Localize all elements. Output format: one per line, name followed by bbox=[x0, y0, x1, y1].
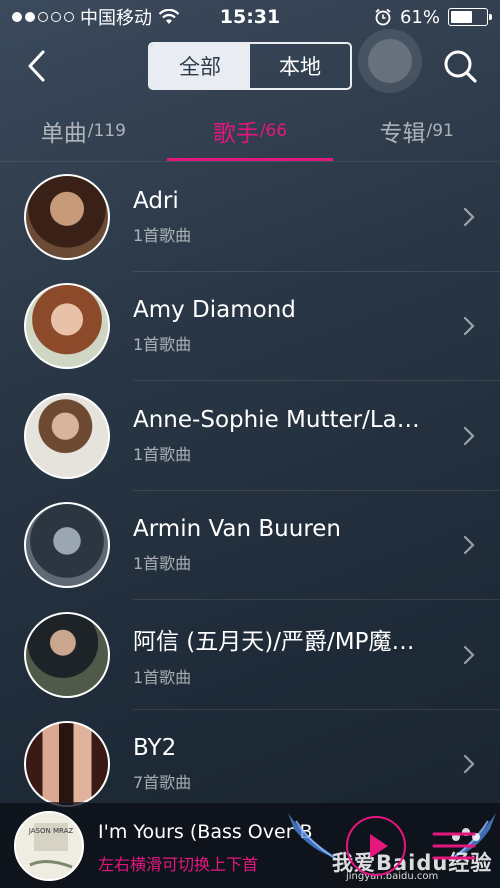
chevron-right-icon bbox=[463, 426, 475, 445]
status-bar: 中国移动 15:31 61% bbox=[0, 0, 500, 34]
artist-info: BY2 7首歌曲 bbox=[133, 735, 440, 793]
artist-info: Anne-Sophie Mutter/Lam… 1首歌曲 bbox=[133, 407, 440, 465]
battery-level bbox=[451, 11, 472, 23]
artist-song-count: 7首歌曲 bbox=[133, 773, 192, 793]
signal-dots-icon bbox=[12, 12, 74, 22]
artist-info: Amy Diamond 1首歌曲 bbox=[133, 297, 440, 355]
carrier-name: 中国移动 bbox=[80, 8, 152, 29]
floating-ball-button[interactable] bbox=[358, 29, 422, 93]
artist-row[interactable]: Anne-Sophie Mutter/Lam… 1首歌曲 bbox=[0, 381, 500, 491]
artist-info: Armin Van Buuren 1首歌曲 bbox=[133, 516, 440, 574]
artist-avatar bbox=[24, 611, 110, 698]
chevron-right-icon bbox=[463, 645, 475, 664]
artist-song-count: 1首歌曲 bbox=[133, 554, 192, 574]
play-icon bbox=[370, 834, 388, 858]
mini-player[interactable]: JASON MRAZ I'm Yours (Bass Over B 左右横滑可切… bbox=[0, 802, 500, 888]
status-right: 61% bbox=[374, 6, 492, 28]
category-tabs: 单曲/119 歌手/66 专辑/91 bbox=[0, 100, 500, 162]
artist-row[interactable]: Adri 1首歌曲 bbox=[0, 162, 500, 272]
segment-local[interactable]: 本地 bbox=[250, 44, 350, 88]
now-playing-title: I'm Yours (Bass Over B bbox=[98, 821, 313, 843]
album-art[interactable]: JASON MRAZ bbox=[14, 811, 84, 881]
tab-songs[interactable]: 单曲/119 bbox=[0, 100, 167, 161]
nav-bar: 全部 本地 bbox=[0, 29, 500, 98]
back-button[interactable] bbox=[20, 48, 56, 84]
play-button[interactable] bbox=[346, 816, 406, 876]
chevron-right-icon bbox=[463, 317, 475, 336]
artist-list: Adri 1首歌曲 Amy Diamond 1首歌曲 Anne-Sophie M… bbox=[0, 162, 500, 819]
tab-label: 歌手 bbox=[212, 120, 259, 147]
artist-avatar bbox=[24, 283, 110, 370]
artist-song-count: 1首歌曲 bbox=[133, 225, 192, 245]
chevron-right-icon bbox=[463, 755, 475, 774]
floating-ball-inner bbox=[368, 39, 412, 83]
tab-artists[interactable]: 歌手/66 bbox=[166, 100, 334, 161]
artist-info: Adri 1首歌曲 bbox=[133, 188, 440, 246]
artist-name: 阿信 (五月天)/严爵/MP魔… bbox=[133, 628, 415, 655]
playlist-button[interactable] bbox=[430, 829, 478, 863]
swipe-hint: 左右横滑可切换上下首 bbox=[98, 855, 259, 874]
artist-song-count: 1首歌曲 bbox=[133, 335, 192, 355]
source-segmented-control: 全部 本地 bbox=[148, 42, 352, 90]
artist-avatar bbox=[24, 392, 110, 479]
artist-song-count: 1首歌曲 bbox=[133, 444, 192, 464]
artist-info: 阿信 (五月天)/严爵/MP魔… 1首歌曲 bbox=[133, 622, 440, 688]
artist-row[interactable]: 阿信 (五月天)/严爵/MP魔… 1首歌曲 bbox=[0, 600, 500, 710]
search-button[interactable] bbox=[440, 46, 480, 86]
tab-count: /91 bbox=[426, 120, 454, 141]
artist-name: Armin Van Buuren bbox=[133, 516, 342, 543]
artist-avatar bbox=[24, 502, 110, 589]
artist-row[interactable]: Armin Van Buuren 1首歌曲 bbox=[0, 491, 500, 600]
tab-count: /119 bbox=[87, 120, 126, 141]
battery-percent: 61% bbox=[399, 6, 440, 28]
alarm-icon bbox=[375, 8, 391, 26]
tab-label: 专辑 bbox=[379, 120, 426, 147]
artist-name: Anne-Sophie Mutter/Lam… bbox=[133, 406, 440, 433]
clock: 15:31 bbox=[219, 6, 281, 28]
album-cover-text: JASON MRAZ bbox=[28, 827, 74, 835]
tab-label: 单曲 bbox=[40, 120, 87, 147]
album-cover-image: JASON MRAZ bbox=[16, 813, 82, 879]
artist-name: Adri bbox=[133, 187, 179, 214]
carrier-info: 中国移动 bbox=[12, 4, 180, 30]
artist-name: Amy Diamond bbox=[133, 297, 296, 324]
artist-avatar bbox=[24, 721, 110, 808]
artist-song-count: 1首歌曲 bbox=[133, 667, 192, 687]
segment-all[interactable]: 全部 bbox=[150, 44, 250, 88]
artist-name: BY2 bbox=[133, 735, 177, 762]
wifi-icon bbox=[158, 9, 180, 24]
tab-albums[interactable]: 专辑/91 bbox=[333, 100, 500, 161]
chevron-right-icon bbox=[463, 207, 475, 226]
tab-count: /66 bbox=[259, 120, 288, 141]
artist-avatar bbox=[24, 173, 110, 260]
chevron-right-icon bbox=[463, 536, 475, 555]
battery-icon bbox=[448, 8, 492, 26]
artist-row[interactable]: Amy Diamond 1首歌曲 bbox=[0, 272, 500, 381]
